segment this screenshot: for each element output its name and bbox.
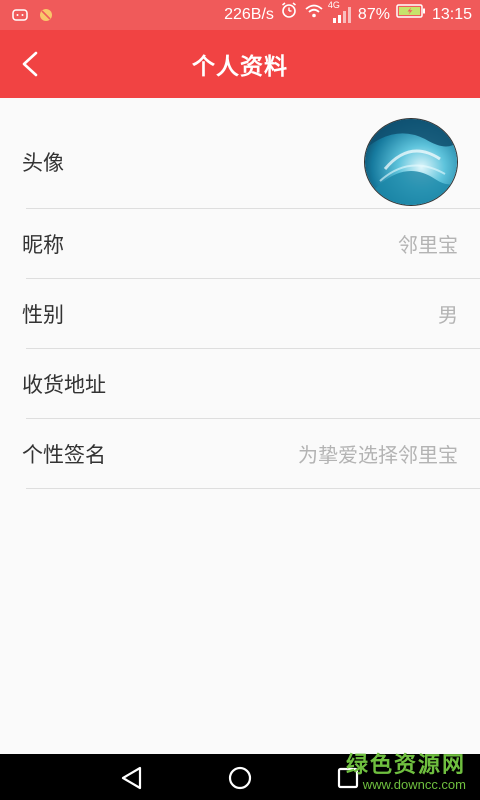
gender-label: 性别 [22,302,64,327]
watermark-url: www.downcc.com [362,777,466,792]
signature-value: 为挚爱选择邻里宝 [298,443,458,467]
chevron-left-icon [22,51,38,77]
nav-home-button[interactable] [226,764,254,792]
network-speed: 226B/s [224,6,274,23]
back-button[interactable] [14,47,48,81]
page-title: 个人资料 [192,54,288,80]
address-label: 收货地址 [22,372,106,397]
avatar[interactable] [364,118,458,206]
gender-row[interactable]: 性别 男 [0,279,480,348]
wifi-icon [304,0,324,30]
nickname-value: 邻里宝 [398,233,458,257]
gender-value: 男 [438,303,458,327]
status-bar: 226B/s 4G 87% 13:15 [0,0,480,30]
nav-back-button[interactable] [118,764,146,792]
wave-image [365,119,457,205]
battery-icon [396,0,426,30]
signature-row[interactable]: 个性签名 为挚爱选择邻里宝 [0,419,480,488]
alarm-icon [280,0,298,30]
avatar-label: 头像 [22,151,64,175]
no-disturb-icon [38,7,54,23]
battery-percent: 87% [357,6,390,23]
nickname-row[interactable]: 昵称 邻里宝 [0,209,480,278]
signature-label: 个性签名 [22,442,106,467]
divider [26,488,480,489]
watermark: 绿色资源网 www.downcc.com [346,747,466,792]
avatar-row[interactable]: 头像 [0,116,480,208]
title-bar: 个人资料 [0,30,480,98]
home-circle-icon [228,766,252,790]
address-row[interactable]: 收货地址 [0,349,480,418]
nickname-label: 昵称 [22,232,64,257]
watermark-main: 绿色资源网 [345,753,466,778]
clock: 13:15 [431,6,472,23]
back-triangle-icon [121,766,142,790]
android-icon [12,7,28,23]
signal-icon: 4G [328,0,352,25]
